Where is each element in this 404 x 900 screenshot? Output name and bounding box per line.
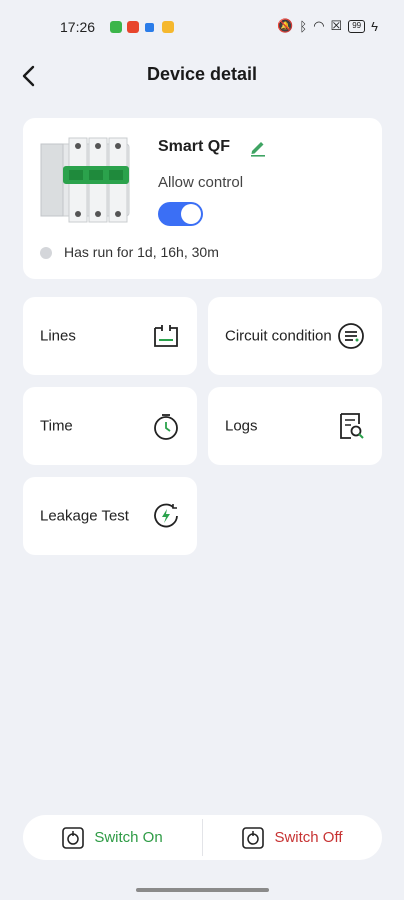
tile-lines[interactable]: Lines (23, 297, 197, 375)
status-icons: 🔕 ᛒ ◠ ☒ 99 ϟ (277, 18, 378, 34)
pencil-icon (251, 142, 265, 157)
tile-circuit-condition[interactable]: Circuit condition (208, 297, 382, 375)
toggle-knob (181, 204, 201, 224)
tile-logs[interactable]: Logs (208, 387, 382, 465)
status-time: 17:26 (60, 19, 96, 35)
notification-icon (162, 21, 174, 33)
run-time-text: Has run for 1d, 16h, 30m (64, 244, 219, 260)
tile-leakage-test[interactable]: Leakage Test (23, 477, 197, 555)
status-bar: 17:26 🔕 ᛒ ◠ ☒ 99 ϟ (0, 0, 404, 56)
page-title: Device detail (146, 64, 258, 84)
home-indicator[interactable] (136, 888, 269, 892)
wifi-icon: ◠ (313, 18, 325, 33)
status-dot (40, 247, 52, 259)
close-box-icon: ☒ (330, 18, 343, 33)
tile-label: Lines (40, 327, 76, 345)
allow-control-toggle[interactable] (158, 202, 203, 226)
tile-label: Time (40, 417, 73, 435)
logs-search-icon (340, 413, 364, 439)
device-card: Smart QF Allow control Has run for 1d, 1… (23, 118, 382, 279)
notification-icon (127, 21, 139, 33)
charging-icon: ϟ (371, 18, 378, 34)
device-name: Smart QF (158, 138, 231, 155)
breaker-image (40, 137, 130, 223)
switch-action-bar: Switch On Switch Off (23, 815, 382, 860)
switch-on-button[interactable]: Switch On (23, 815, 202, 860)
switch-on-label: Switch On (94, 829, 163, 846)
leakage-test-icon (154, 503, 178, 528)
allow-control-label: Allow control (158, 174, 244, 191)
switch-on-icon (62, 826, 85, 849)
tile-label: Circuit condition (225, 327, 332, 345)
bluetooth-icon: ᛒ (299, 18, 308, 34)
notification-icon (110, 21, 122, 33)
tile-label: Leakage Test (40, 507, 129, 525)
switch-off-label: Switch Off (274, 829, 343, 846)
lines-icon (154, 325, 178, 347)
switch-off-icon (242, 826, 265, 849)
tile-time[interactable]: Time (23, 387, 197, 465)
edit-name-button[interactable] (248, 137, 268, 157)
notification-icon (145, 23, 154, 32)
switch-off-button[interactable]: Switch Off (203, 815, 382, 860)
battery-icon: 99 (348, 19, 366, 33)
tile-label: Logs (225, 417, 258, 435)
circuit-condition-icon (338, 323, 364, 349)
mute-icon: 🔕 (277, 18, 294, 33)
timer-icon (154, 414, 178, 440)
